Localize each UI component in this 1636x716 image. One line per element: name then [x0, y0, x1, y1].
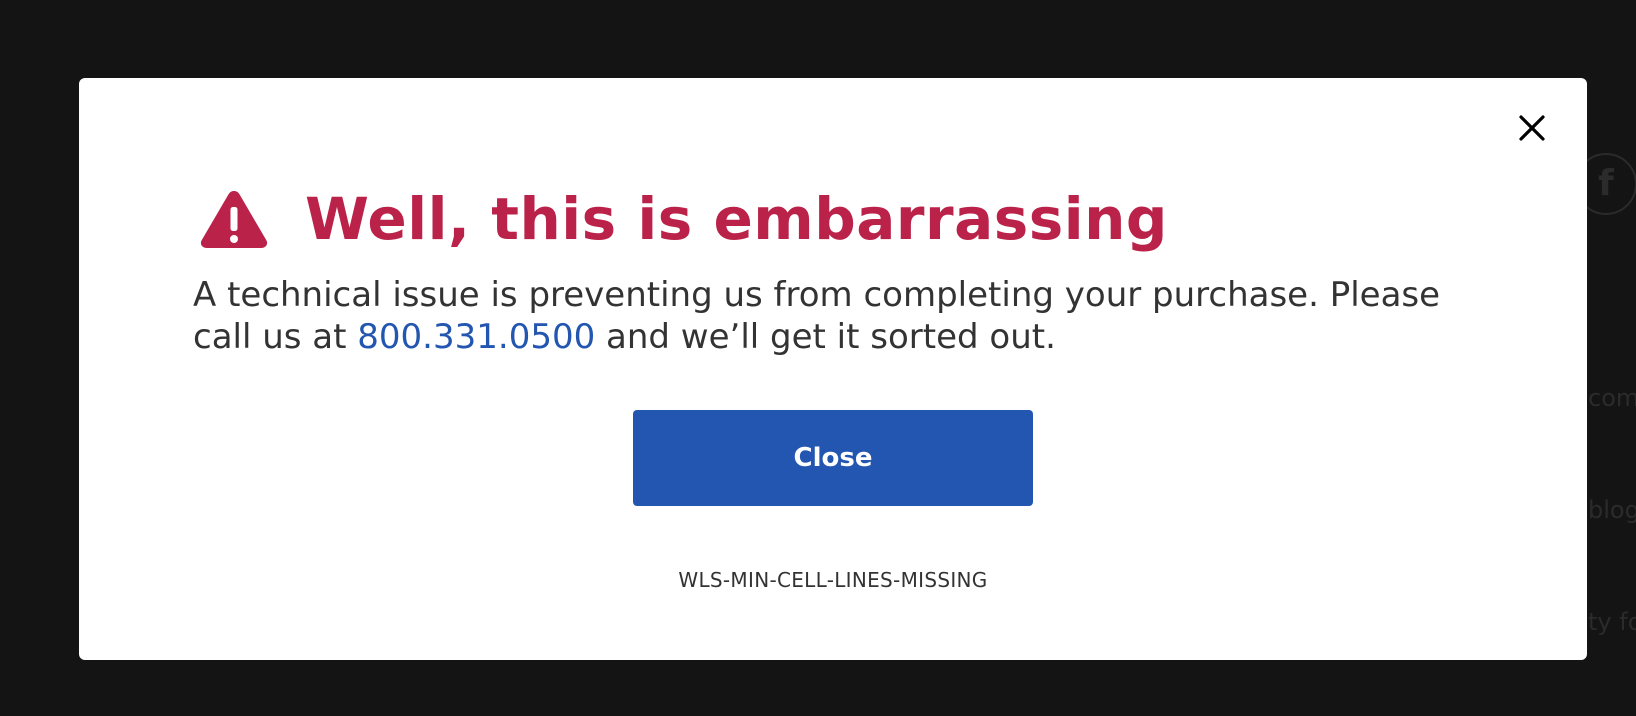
warning-triangle-icon [200, 191, 268, 248]
dialog-header: Well, this is embarrassing [199, 188, 1168, 250]
phone-number-link[interactable]: 800.331.0500 [357, 317, 595, 357]
close-button[interactable]: Close [633, 410, 1033, 506]
error-code: WLS-MIN-CELL-LINES-MISSING [678, 568, 988, 592]
message-text: and we’ll get it sorted out. [595, 317, 1056, 357]
close-icon[interactable] [1512, 108, 1552, 148]
background-text-fragment: ty fo [1588, 608, 1636, 636]
background-text-fragment: blog [1588, 496, 1636, 524]
dialog-message: A technical issue is preventing us from … [193, 274, 1493, 358]
error-dialog: Well, this is embarrassing A technical i… [79, 78, 1587, 660]
dialog-title: Well, this is embarrassing [305, 185, 1168, 253]
background-text-fragment: com [1588, 384, 1636, 412]
